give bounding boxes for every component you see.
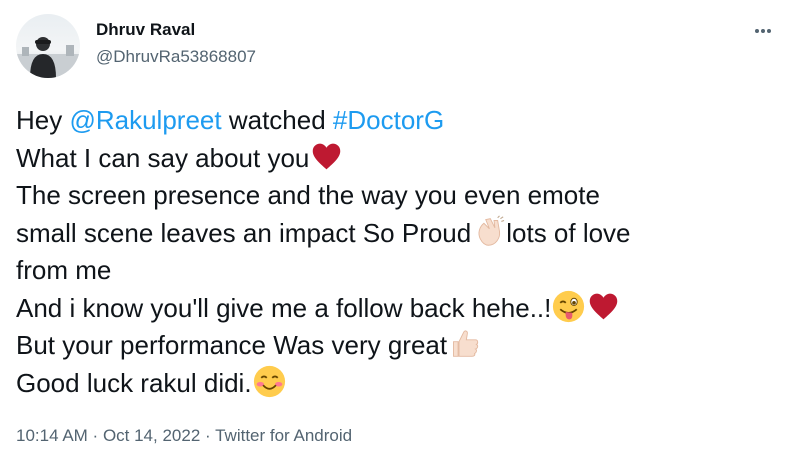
tweet-metadata: 10:14 AM · Oct 14, 2022 · Twitter for An… [16, 426, 352, 446]
avatar[interactable] [16, 14, 80, 78]
tweet-line: small scene leaves an impact So Proud lot… [16, 215, 776, 253]
tweet-text-segment: What I can say about you [16, 142, 310, 173]
mention-link[interactable]: @Rakulpreet [69, 105, 221, 135]
tweet-text-segment: watched [221, 105, 333, 135]
separator: · [87, 426, 103, 445]
separator: · [200, 426, 216, 445]
red-heart-emoji [590, 293, 618, 319]
tweet-text-segment: lots of love [506, 217, 631, 248]
tweet-source: Twitter for Android [215, 426, 353, 445]
tweet-date[interactable]: Oct 14, 2022 [103, 426, 200, 445]
tweet-text-segment: Hey [16, 105, 70, 135]
author-name[interactable]: Dhruv Raval [96, 20, 195, 40]
avatar-photo-icon [16, 37, 80, 78]
tweet-text-segment: But your performance Was very great [16, 330, 448, 360]
tweet-text: Hey @Rakulpreet watched #DoctorG What I … [16, 102, 776, 402]
red-heart-emoji [313, 143, 341, 169]
tweet-time[interactable]: 10:14 AM [16, 426, 88, 445]
tweet-line: Hey @Rakulpreet watched #DoctorG [16, 102, 776, 140]
more-options-button[interactable] [748, 16, 778, 46]
tweet-line: And i know you'll give me a follow back … [16, 290, 776, 328]
tweet-text-segment: Good luck rakul didi. [16, 367, 252, 398]
clapping-hands-emoji [478, 215, 505, 246]
smiling-blush-emoji [253, 365, 285, 397]
tweet-line: from me [16, 255, 112, 285]
winking-tongue-emoji [553, 290, 585, 322]
tweet-line: Good luck rakul didi. [16, 365, 776, 403]
tweet-text-segment: small scene leaves an impact So Proud [16, 217, 472, 248]
more-horizontal-icon [755, 29, 771, 33]
tweet-line: But your performance Was very great [16, 327, 776, 365]
thumbs-up-emoji [453, 330, 479, 357]
author-handle[interactable]: @DhruvRa53868807 [96, 47, 256, 67]
tweet-line: What I can say about you [16, 140, 776, 178]
tweet-line: The screen presence and the way you even… [16, 180, 600, 210]
hashtag-link[interactable]: #DoctorG [333, 105, 444, 135]
tweet-text-segment: And i know you'll give me a follow back … [16, 292, 552, 323]
